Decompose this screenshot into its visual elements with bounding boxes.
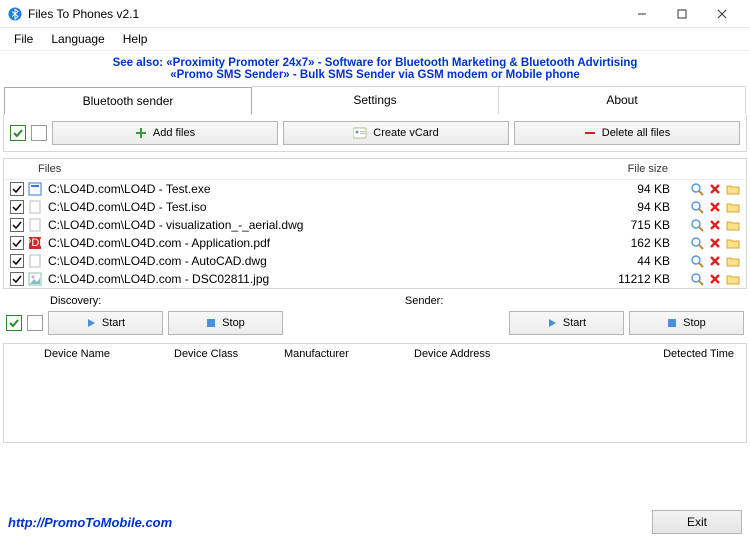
file-name: C:\LO4D.com\LO4D.com - Application.pdf <box>48 236 600 250</box>
minimize-button[interactable] <box>622 1 662 27</box>
delete-icon[interactable] <box>708 218 722 232</box>
preview-icon[interactable] <box>690 200 704 214</box>
tab-about[interactable]: About <box>499 86 746 114</box>
add-files-label: Add files <box>153 127 195 139</box>
discovery-start-button[interactable]: Start <box>48 311 163 335</box>
stop-icon <box>667 318 677 328</box>
device-address-header: Device Address <box>408 348 548 360</box>
discovery-select-all-checkbox[interactable] <box>6 315 22 331</box>
file-checkbox[interactable] <box>10 254 24 268</box>
discovery-start-label: Start <box>102 317 125 329</box>
file-checkbox[interactable] <box>10 236 24 250</box>
file-name: C:\LO4D.com\LO4D.com - DSC02811.jpg <box>48 272 600 286</box>
delete-all-files-label: Delete all files <box>602 127 670 139</box>
file-size: 11212 KB <box>600 272 670 286</box>
file-row[interactable]: C:\LO4D.com\LO4D - Test.iso94 KB <box>4 198 746 216</box>
file-type-icon <box>28 254 42 268</box>
file-name: C:\LO4D.com\LO4D - visualization_-_aeria… <box>48 218 600 232</box>
preview-icon[interactable] <box>690 182 704 196</box>
exit-button[interactable]: Exit <box>652 510 742 534</box>
file-checkbox[interactable] <box>10 272 24 286</box>
open-folder-icon[interactable] <box>726 200 740 214</box>
file-size-header: File size <box>598 163 668 175</box>
sender-start-label: Start <box>563 317 586 329</box>
discovery-stop-label: Stop <box>222 317 245 329</box>
open-folder-icon[interactable] <box>726 236 740 250</box>
delete-icon[interactable] <box>708 254 722 268</box>
open-folder-icon[interactable] <box>726 254 740 268</box>
delete-all-files-button[interactable]: Delete all files <box>514 121 740 145</box>
sender-start-button[interactable]: Start <box>509 311 624 335</box>
open-folder-icon[interactable] <box>726 182 740 196</box>
file-row[interactable]: C:\LO4D.com\LO4D - visualization_-_aeria… <box>4 216 746 234</box>
promo-line-1[interactable]: See also: «Proximity Promoter 24x7» - So… <box>0 57 750 69</box>
file-size: 44 KB <box>600 254 670 268</box>
promo-line-2[interactable]: «Promo SMS Sender» - Bulk SMS Sender via… <box>0 69 750 81</box>
manufacturer-header: Manufacturer <box>278 348 408 360</box>
file-size: 715 KB <box>600 218 670 232</box>
create-vcard-label: Create vCard <box>373 127 438 139</box>
delete-icon[interactable] <box>708 182 722 196</box>
open-folder-icon[interactable] <box>726 272 740 286</box>
sender-stop-label: Stop <box>683 317 706 329</box>
file-checkbox[interactable] <box>10 218 24 232</box>
file-type-icon <box>28 272 42 286</box>
file-type-icon <box>28 218 42 232</box>
preview-icon[interactable] <box>690 272 704 286</box>
create-vcard-button[interactable]: Create vCard <box>283 121 509 145</box>
file-row[interactable]: C:\LO4D.com\LO4D.com - DSC02811.jpg11212… <box>4 270 746 288</box>
preview-icon[interactable] <box>690 218 704 232</box>
play-icon <box>86 318 96 328</box>
file-name: C:\LO4D.com\LO4D - Test.exe <box>48 182 600 196</box>
file-size: 94 KB <box>600 182 670 196</box>
delete-icon[interactable] <box>708 200 722 214</box>
tab-bluetooth-sender[interactable]: Bluetooth sender <box>4 87 252 115</box>
close-button[interactable] <box>702 1 742 27</box>
preview-icon[interactable] <box>690 236 704 250</box>
menu-help[interactable]: Help <box>115 30 156 48</box>
file-name: C:\LO4D.com\LO4D.com - AutoCAD.dwg <box>48 254 600 268</box>
preview-icon[interactable] <box>690 254 704 268</box>
window-title: Files To Phones v2.1 <box>28 7 622 21</box>
file-checkbox[interactable] <box>10 182 24 196</box>
menu-language[interactable]: Language <box>43 30 112 48</box>
detected-time-header: Detected Time <box>548 348 746 360</box>
file-type-icon <box>28 182 42 196</box>
stop-icon <box>206 318 216 328</box>
add-files-button[interactable]: Add files <box>52 121 278 145</box>
plus-icon <box>135 127 147 139</box>
device-class-header: Device Class <box>168 348 278 360</box>
menu-file[interactable]: File <box>6 30 41 48</box>
delete-icon[interactable] <box>708 272 722 286</box>
file-type-icon: PDF <box>28 236 42 250</box>
deselect-all-checkbox[interactable] <box>31 125 47 141</box>
discovery-stop-button[interactable]: Stop <box>168 311 283 335</box>
files-header: Files <box>38 163 598 175</box>
delete-icon[interactable] <box>708 236 722 250</box>
file-name: C:\LO4D.com\LO4D - Test.iso <box>48 200 600 214</box>
vcard-icon <box>353 127 367 139</box>
open-folder-icon[interactable] <box>726 218 740 232</box>
play-icon <box>547 318 557 328</box>
file-size: 94 KB <box>600 200 670 214</box>
bluetooth-icon <box>8 7 22 21</box>
file-checkbox[interactable] <box>10 200 24 214</box>
maximize-button[interactable] <box>662 1 702 27</box>
file-type-icon <box>28 200 42 214</box>
file-row[interactable]: C:\LO4D.com\LO4D.com - AutoCAD.dwg44 KB <box>4 252 746 270</box>
select-all-checkbox[interactable] <box>10 125 26 141</box>
file-row[interactable]: C:\LO4D.com\LO4D - Test.exe94 KB <box>4 180 746 198</box>
minus-icon <box>584 127 596 139</box>
device-name-header: Device Name <box>38 348 168 360</box>
file-row[interactable]: PDF C:\LO4D.com\LO4D.com - Application.pd… <box>4 234 746 252</box>
sender-stop-button[interactable]: Stop <box>629 311 744 335</box>
discovery-label: Discovery: <box>50 295 405 307</box>
discovery-deselect-all-checkbox[interactable] <box>27 315 43 331</box>
file-size: 162 KB <box>600 236 670 250</box>
promo-link[interactable]: http://PromoToMobile.com <box>8 515 172 530</box>
tab-settings[interactable]: Settings <box>252 86 499 114</box>
svg-text:PDF: PDF <box>28 237 42 249</box>
sender-label: Sender: <box>405 295 742 307</box>
